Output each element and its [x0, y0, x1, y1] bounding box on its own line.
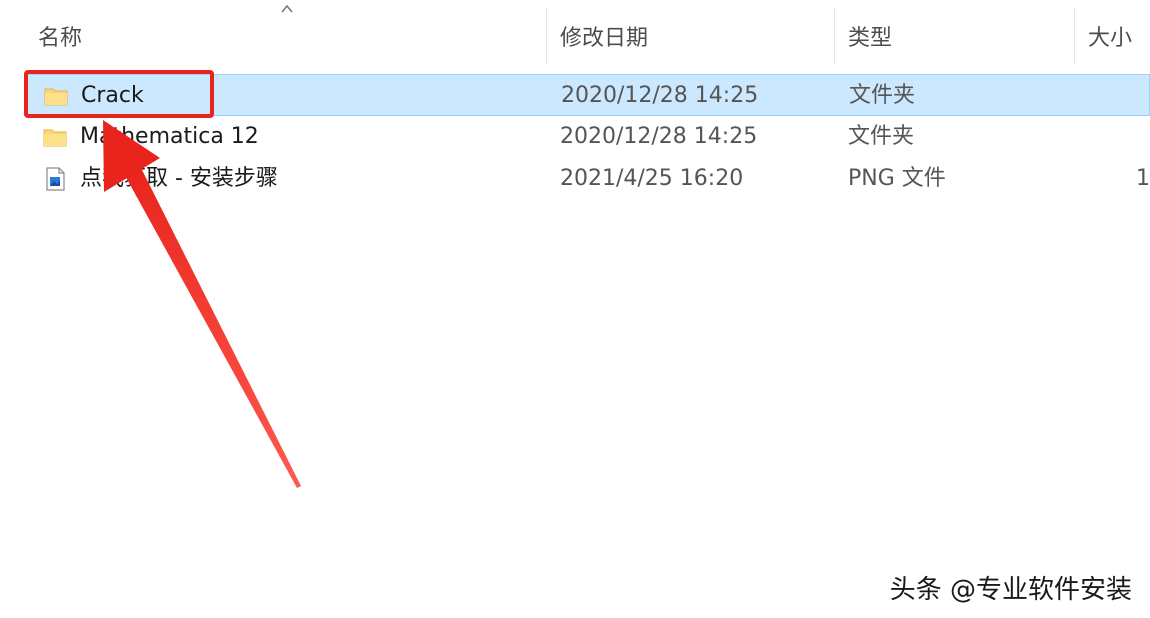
folder-icon — [44, 88, 68, 106]
file-size: 1 — [1136, 166, 1150, 191]
file-date: 2021/4/25 16:20 — [560, 166, 744, 191]
column-header-name-label: 名称 — [38, 26, 83, 51]
watermark-text: 头条 @专业软件安装 — [889, 575, 1132, 605]
file-row-crack[interactable]: Crack 2020/12/28 14:25 文件夹 — [24, 74, 1150, 116]
folder-icon — [43, 129, 67, 147]
file-type: 文件夹 — [849, 83, 916, 108]
file-date: 2020/12/28 14:25 — [561, 83, 759, 108]
column-header-date-label: 修改日期 — [560, 26, 649, 51]
column-header-size[interactable]: 大小 — [1074, 0, 1150, 72]
file-row-png[interactable]: 点我获取 - 安装步骤 2021/4/25 16:20 PNG 文件 1 — [24, 158, 1150, 200]
column-header-name[interactable]: 名称 — [24, 0, 546, 72]
file-name: 点我获取 - 安装步骤 — [80, 166, 278, 191]
file-date: 2020/12/28 14:25 — [560, 124, 758, 149]
column-header-size-label: 大小 — [1088, 26, 1133, 51]
column-header-bar: 名称 修改日期 类型 大小 — [0, 0, 1150, 72]
file-name: Crack — [81, 83, 144, 108]
file-name: Mathematica 12 — [80, 124, 259, 149]
file-row-mathematica[interactable]: Mathematica 12 2020/12/28 14:25 文件夹 — [24, 116, 1150, 158]
column-header-type[interactable]: 类型 — [834, 0, 1074, 72]
column-header-type-label: 类型 — [848, 26, 893, 51]
column-header-date[interactable]: 修改日期 — [546, 0, 834, 72]
file-type: PNG 文件 — [848, 166, 946, 191]
file-type: 文件夹 — [848, 124, 915, 149]
png-file-icon — [46, 167, 65, 191]
